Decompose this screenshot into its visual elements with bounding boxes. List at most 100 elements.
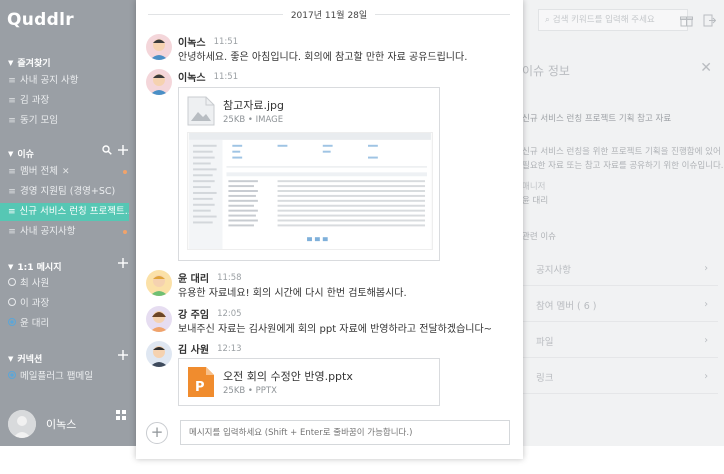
avatar — [146, 34, 172, 60]
message-time: 12:05 — [217, 308, 242, 319]
search-icon: ⌕ — [545, 15, 550, 25]
app-logo: Quddlr — [7, 10, 74, 30]
status-ring-icon — [8, 278, 16, 286]
issues-section-title[interactable]: ▼ 이슈 — [8, 147, 34, 161]
related-label: 관련 이슈 — [522, 232, 556, 242]
issue-info-panel: ⌕ 검색 키워드를 입력해 주세요 이슈 정보 ✕ 신규 서비스 런칭 프로젝트 … — [522, 0, 724, 446]
message-text: 유용한 자료네요! 회의 시간에 다시 한번 검토해봅시다. — [178, 288, 407, 299]
chevron-right-icon: › — [704, 299, 708, 310]
date-divider: 2017년 11월 28일 — [148, 7, 510, 21]
user-avatar-icon — [146, 270, 172, 296]
panel-row-members[interactable]: 참여 멤버 ( 6 ) › — [522, 288, 718, 322]
issue-desc-line: 필요한 자료 또는 참고 자료를 공유하기 위한 이슈입니다. — [522, 161, 724, 171]
panel-row-notice[interactable]: 공지사항 › — [522, 252, 718, 286]
avatar — [146, 306, 172, 332]
status-ring-active-icon — [8, 371, 16, 379]
gift-icon[interactable] — [680, 14, 693, 27]
message-time: 11:51 — [213, 71, 239, 82]
manager-name: 윤 대리 — [522, 196, 549, 206]
sidebar-item-favorite[interactable]: ≡ 김 과장 — [0, 92, 136, 110]
sender-name: 이녹스 — [178, 73, 206, 84]
message-time: 11:58 — [217, 272, 242, 283]
collapse-triangle-icon: ▼ — [8, 354, 14, 363]
list-icon: ≡ — [8, 96, 16, 106]
sidebar: Quddlr ▼ 즐겨찾기 ≡ 사내 공지 사항 ≡ 김 과장 ≡ 동기 모임 … — [0, 0, 136, 446]
collapse-triangle-icon: ▼ — [8, 149, 14, 158]
sidebar-item-favorite[interactable]: ≡ 동기 모임 — [0, 112, 136, 130]
favorites-section-title[interactable]: ▼ 즐겨찾기 — [8, 56, 51, 70]
close-icon[interactable]: ✕ — [700, 60, 712, 76]
dm-tools — [118, 258, 128, 268]
message-text: 보내주신 자료는 김사원에게 회의 ppt 자료에 반영하라고 전달하겠습니다~ — [178, 324, 493, 335]
list-icon: ≡ — [8, 76, 16, 86]
sender-name: 김 사원 — [178, 345, 210, 356]
apps-grid-icon[interactable] — [116, 410, 126, 420]
sidebar-item-dm[interactable]: 윤 대리 — [0, 315, 136, 333]
attachment-meta: 25KB • PPTX — [223, 386, 277, 396]
dm-section-title[interactable]: ▼ 1:1 메시지 — [8, 260, 62, 274]
search-input[interactable]: ⌕ 검색 키워드를 입력해 주세요 — [538, 9, 688, 31]
avatar — [146, 341, 172, 367]
chevron-right-icon: › — [704, 263, 708, 274]
chevron-right-icon: › — [704, 371, 708, 382]
message-input[interactable] — [180, 420, 510, 445]
add-issue-icon[interactable] — [118, 145, 128, 155]
message-time: 11:51 — [213, 36, 239, 47]
status-ring-active-icon — [8, 318, 16, 326]
message-text: 안녕하세요. 좋은 아침입니다. 회의에 참고할 만한 자료 공유드립니다. — [178, 52, 468, 63]
issue-info-body: 이슈 정보 ✕ 신규 서비스 런칭 프로젝트 기획 참고 자료 신규 서비스 런… — [522, 52, 724, 446]
sidebar-item-issue[interactable]: ≡ 사내 공지사항 — [0, 223, 136, 241]
user-avatar-icon — [146, 34, 172, 60]
sender-name: 이녹스 — [178, 38, 206, 49]
attachment-meta: 25KB • IMAGE — [223, 115, 284, 125]
panel-row-files[interactable]: 파일 › — [522, 324, 718, 358]
add-connection-icon[interactable] — [118, 350, 128, 360]
message-composer: + — [146, 420, 512, 446]
avatar-icon — [8, 410, 36, 438]
list-icon: ≡ — [8, 167, 16, 177]
attachment-filename: 오전 회의 수정안 반영.pptx — [223, 370, 353, 383]
sidebar-item-issue[interactable]: ≡ 멤버 전체 ✕ — [0, 163, 136, 181]
connection-section-title[interactable]: ▼ 커넥션 — [8, 352, 42, 366]
sidebar-item-dm[interactable]: 이 과장 — [0, 295, 136, 313]
avatar — [146, 69, 172, 95]
image-preview-thumbnail — [187, 132, 433, 250]
mute-icon: ✕ — [61, 167, 70, 177]
exit-icon[interactable] — [703, 14, 716, 27]
sidebar-item-dm[interactable]: 최 사원 — [0, 275, 136, 293]
user-avatar-icon — [146, 306, 172, 332]
collapse-triangle-icon: ▼ — [8, 262, 14, 271]
panel-row-links[interactable]: 링크 › — [522, 360, 718, 394]
pptx-file-icon: P — [188, 367, 214, 397]
sidebar-item-issue-active[interactable]: ≡ 신규 서비스 런칭 프로젝트... — [0, 203, 129, 221]
connection-tools — [118, 350, 128, 360]
sender-name: 윤 대리 — [178, 274, 210, 285]
svg-text:P: P — [195, 380, 205, 395]
my-profile-bar[interactable]: 이녹스 — [0, 402, 136, 446]
search-icon[interactable] — [102, 145, 112, 155]
list-icon: ≡ — [8, 187, 16, 197]
my-avatar — [8, 410, 36, 438]
sidebar-item-connection[interactable]: 메일플러그 팹메일 — [0, 368, 136, 386]
list-icon: ≡ — [8, 116, 16, 126]
attachment-filename: 참고자료.jpg — [223, 99, 284, 112]
sidebar-item-issue[interactable]: ≡ 경영 지원팀 (경영+SC) — [0, 183, 136, 201]
sidebar-item-favorite[interactable]: ≡ 사내 공지 사항 — [0, 72, 136, 90]
issues-tools — [102, 145, 128, 155]
manager-label: 매니저 — [522, 182, 546, 192]
message-time: 12:13 — [217, 343, 242, 354]
top-icons — [680, 14, 716, 27]
chat-panel: 2017년 11월 28일 이녹스 11:51 안녕하세요. 좋은 아침입니다. … — [136, 0, 523, 459]
list-icon: ≡ — [8, 227, 16, 237]
add-dm-icon[interactable] — [118, 258, 128, 268]
user-avatar-icon — [146, 69, 172, 95]
unread-dot — [123, 170, 127, 174]
list-icon: ≡ — [8, 207, 16, 217]
image-attachment-card[interactable]: 참고자료.jpg 25KB • IMAGE — [178, 87, 440, 261]
file-attachment-card[interactable]: P 오전 회의 수정안 반영.pptx 25KB • PPTX — [178, 358, 440, 406]
image-file-icon — [187, 96, 215, 126]
chevron-right-icon: › — [704, 335, 708, 346]
panel-title: 이슈 정보 — [522, 64, 570, 78]
user-avatar-icon — [146, 341, 172, 367]
add-attachment-button[interactable]: + — [146, 422, 168, 444]
